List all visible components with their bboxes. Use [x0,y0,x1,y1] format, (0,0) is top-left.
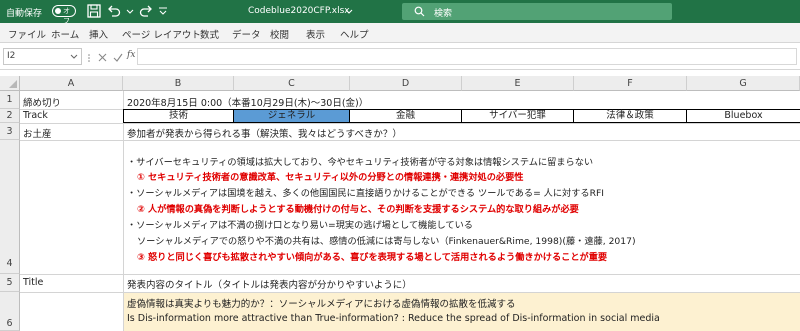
cell-b4-line-1: ・サイバーセキュリティの領域は拡大しており、今やセキュリティ技術者が守る対象は情… [127,157,594,168]
column-header-g[interactable]: G [687,76,800,91]
tab-home[interactable]: ホーム [51,27,79,41]
cancel-icon[interactable] [98,53,107,62]
column-header-e[interactable]: E [462,76,574,91]
customize-toolbar-icon[interactable] [157,3,169,19]
enter-icon[interactable] [113,53,123,62]
tab-formulas[interactable]: 数式 [200,27,219,41]
redo-icon[interactable] [138,3,154,19]
cell-b4-line-6: ソーシャルメディアでの怒りや不満の共有は、感情の低減には寄与しない（Finken… [137,236,636,247]
track-finance[interactable]: 金融 [350,109,462,123]
row-header-3[interactable]: 3 [0,123,20,140]
autosave-label: 自動保存 [6,9,43,19]
cell-a5[interactable]: Title [23,277,43,288]
row-header-2[interactable]: 2 [0,109,20,123]
cell-b4-line-2: ① セキュリティ技術者の意識改革、セキュリティ以外の分野との情報連携・連携対処の… [137,172,524,183]
track-law-policy[interactable]: 法律＆政策 [574,109,687,123]
toggle-knob [55,8,61,14]
cell-b3[interactable]: 参加者が発表から得られる事（解決策、我々はどうすべきか？） [127,126,402,140]
cell-a2[interactable]: Track [23,110,48,121]
column-header-c[interactable]: C [234,76,350,91]
ribbon-tabs: ファイル ホーム 挿入 ページ レイアウト 数式 データ 校閲 表示 ヘルプ [0,23,800,43]
filename-chevron-icon[interactable] [344,3,354,19]
tab-file[interactable]: ファイル [8,27,46,41]
save-icon[interactable] [86,3,102,19]
track-cybercrime[interactable]: サイバー犯罪 [462,109,574,123]
formula-input[interactable] [137,48,797,65]
tab-review[interactable]: 校閲 [270,27,289,41]
title-bar: 自動保存 オフ Codeblue2020CFP.xlsx 検索 [0,0,800,25]
undo-dropdown-icon[interactable] [125,3,135,19]
file-name: Codeblue2020CFP.xlsx [248,6,350,16]
cell-b6-line-1[interactable]: 虚偽情報は真実よりも魅力的か？：ソーシャルメディアにおける虚偽情報の拡散を低減す… [127,296,515,310]
cell-b4-line-5: ・ソーシャルメディアは不満の捌け口となり易い=現実の逃げ場として機能している [127,220,473,231]
cell-a1[interactable]: 締め切り [23,95,61,109]
column-header-b[interactable]: B [123,76,234,91]
name-box-dropdown-icon[interactable] [70,54,78,60]
track-bluebox[interactable]: Bluebox [687,109,800,123]
gridline-h [20,123,800,124]
tab-help[interactable]: ヘルプ [340,27,369,41]
track-general[interactable]: ジェネラル [234,109,350,123]
formula-bar: I2 fx [0,43,800,70]
splitter-dots-icon[interactable] [87,53,91,63]
column-header-d[interactable]: D [350,76,462,91]
search-icon [414,6,425,17]
row-header-1[interactable]: 1 [0,91,20,109]
search-box[interactable]: 検索 [402,3,672,20]
gridline-h [20,140,800,141]
column-header-f[interactable]: F [574,76,687,91]
insert-function-icon[interactable]: fx [127,50,135,60]
gridline-v [123,91,124,331]
select-all-triangle-icon [9,80,17,88]
undo-icon[interactable] [106,3,122,19]
select-all-corner[interactable] [0,76,20,91]
cell-b1[interactable]: 2020年8月15日 0:00（本番10月29日(木)〜30日(金)） [127,95,368,109]
cell-b6-line-2[interactable]: Is Dis-information more attractive than … [127,313,660,324]
autosave-toggle[interactable]: オフ [52,5,76,25]
search-placeholder: 検索 [434,9,453,19]
cell-b4-line-3: ・ソーシャルメディアは国境を越え、多くの他国国民に直接語りかけることができる ツ… [127,188,604,199]
row-header-4[interactable]: 4 [0,140,20,274]
cell-b4-line-4: ② 人が情報の真偽を判断しようとする動機付けの付与と、その判断を支援するシステム… [137,204,579,215]
cell-b5[interactable]: 発表内容のタイトル（タイトルは発表内容が分かりやすいように） [127,277,412,291]
tab-insert[interactable]: 挿入 [89,27,108,41]
row-header-6[interactable]: 6 [0,292,20,331]
row-header-5[interactable]: 5 [0,274,20,292]
cell-a3[interactable]: お土産 [23,126,52,140]
cell-b4-line-7: ③ 怒りと同じく喜びも拡散されやすい傾向がある、喜びを表現する場として活用される… [137,252,608,263]
tab-view[interactable]: 表示 [306,27,325,41]
column-header-a[interactable]: A [20,76,123,91]
tab-data[interactable]: データ [232,27,261,41]
gridline-h [20,292,800,293]
tab-page-layout[interactable]: ページ レイアウト [122,27,201,41]
track-tech[interactable]: 技術 [124,109,234,123]
gridline-h [20,274,800,275]
